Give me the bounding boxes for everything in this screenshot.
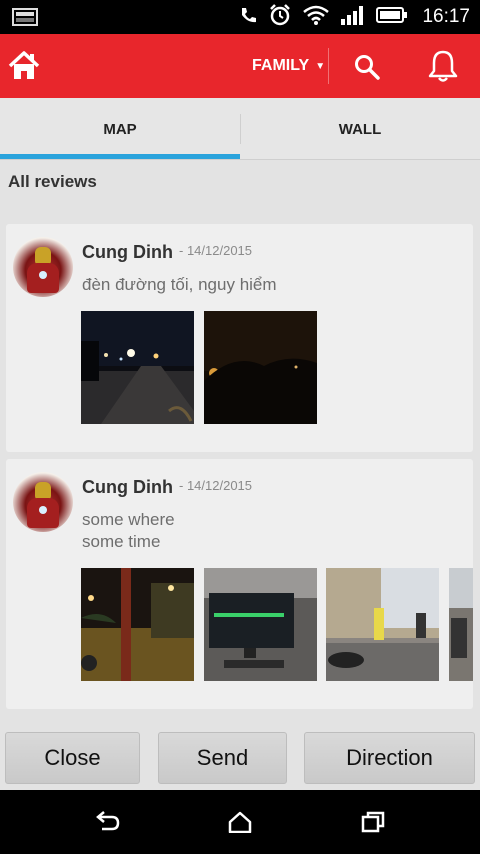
send-button[interactable]: Send — [158, 732, 287, 784]
alarm-icon — [268, 3, 292, 32]
call-icon — [238, 5, 258, 30]
review-card: Cung Dinh - 14/12/2015 đèn đường tối, ng… — [6, 224, 473, 452]
back-icon — [96, 811, 120, 831]
home-outline-icon — [228, 811, 252, 833]
close-button[interactable]: Close — [5, 732, 140, 784]
review-date: - 14/12/2015 — [179, 478, 253, 493]
status-bar: 16:17 — [0, 0, 480, 34]
avatar[interactable] — [13, 472, 73, 532]
home-icon — [8, 51, 40, 79]
avatar[interactable] — [13, 237, 73, 297]
review-card: Cung Dinh - 14/12/2015 some where some t… — [6, 459, 473, 709]
active-tab-indicator — [0, 154, 240, 159]
search-icon — [355, 55, 380, 80]
family-label: FAMILY — [252, 57, 310, 74]
screenshot-icon — [12, 8, 38, 31]
app-header: FAMILY ▼ — [0, 34, 480, 98]
review-comment: đèn đường tối, nguy hiểm — [82, 275, 277, 294]
battery-icon — [376, 6, 408, 29]
search-button[interactable] — [350, 50, 384, 84]
status-time: 16:17 — [422, 6, 470, 27]
review-comment-line: some where — [82, 510, 175, 529]
bell-icon — [428, 50, 458, 82]
review-photo[interactable] — [326, 568, 439, 681]
signal-icon — [340, 5, 366, 30]
direction-button[interactable]: Direction — [304, 732, 475, 784]
tab-bar: MAP WALL — [0, 98, 480, 160]
wifi-icon — [302, 4, 330, 31]
review-photo[interactable] — [449, 568, 473, 681]
review-date: - 14/12/2015 — [179, 243, 253, 258]
reviews-title: All reviews — [8, 172, 97, 191]
notifications-button[interactable] — [424, 46, 462, 86]
home-button[interactable] — [4, 46, 44, 86]
review-photo[interactable] — [204, 311, 317, 424]
review-photo[interactable] — [81, 568, 194, 681]
family-selector[interactable]: FAMILY ▼ — [252, 34, 325, 98]
review-author: Cung Dinh — [82, 242, 173, 262]
recent-apps-icon — [361, 811, 385, 833]
back-button[interactable] — [92, 808, 122, 836]
navigation-bar — [0, 790, 480, 854]
dropdown-caret-icon: ▼ — [315, 60, 326, 72]
tab-map[interactable]: MAP — [0, 98, 240, 160]
home-nav-button[interactable] — [225, 808, 255, 836]
review-photo[interactable] — [81, 311, 194, 424]
review-photo[interactable] — [204, 568, 317, 681]
recent-apps-button[interactable] — [358, 808, 388, 836]
header-divider — [328, 48, 329, 84]
review-comment-line: some time — [82, 532, 161, 551]
tab-wall[interactable]: WALL — [240, 98, 480, 160]
review-author: Cung Dinh — [82, 477, 173, 497]
